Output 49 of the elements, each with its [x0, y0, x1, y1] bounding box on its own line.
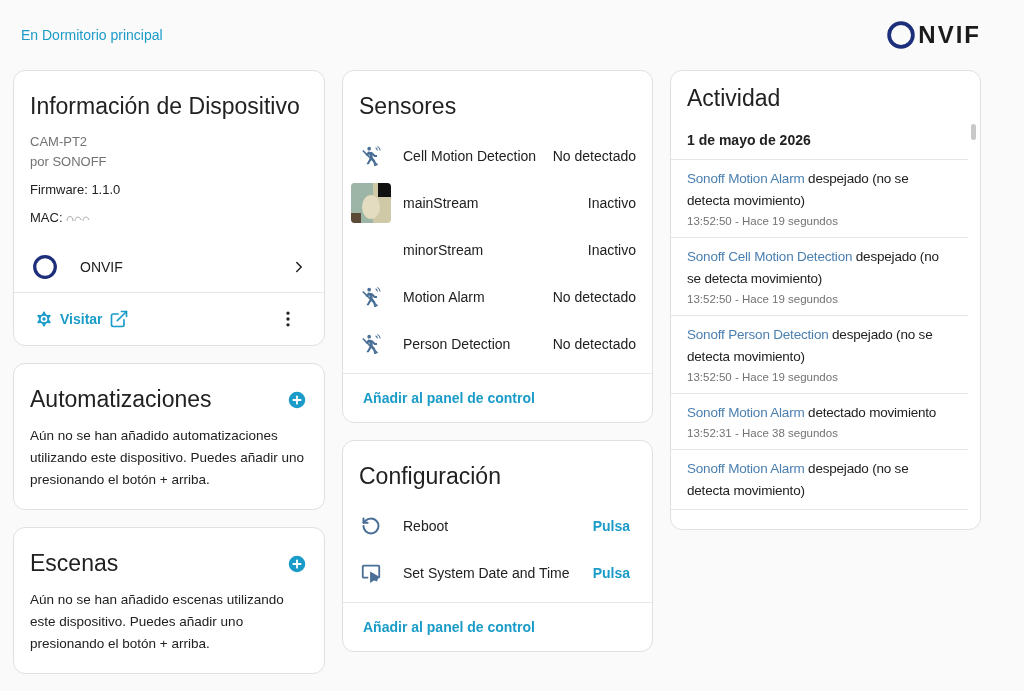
card-title: Escenas	[30, 550, 119, 577]
empty-message: Aún no se han añadido automatizaciones utilizando este dispositivo. Puedes añadir uno presionando el botón + arriba.	[29, 427, 305, 489]
device-manufacturer: por SONOFF	[30, 153, 108, 171]
device-model: CAM-PT2	[30, 133, 89, 151]
entity-name[interactable]: Cell Motion Detection	[403, 147, 541, 164]
integration-row[interactable]: ONVIF	[14, 242, 324, 292]
entity-name[interactable]: minorStream	[403, 241, 576, 258]
logo-text: NVIF	[918, 21, 981, 49]
card-title: Automatizaciones	[30, 386, 212, 413]
external-link-icon	[108, 309, 129, 329]
entity-name[interactable]: mainStream	[403, 194, 576, 211]
entity-state: Inactivo	[587, 241, 636, 258]
integration-logo-icon	[32, 254, 58, 280]
restart-icon	[361, 515, 381, 536]
card-title: Actividad	[687, 85, 781, 112]
add-icon[interactable]	[286, 552, 308, 575]
scrollbar-thumb[interactable]	[971, 124, 976, 140]
activity-time: 13:52:31 - Hace 38 segundos	[687, 426, 839, 441]
activity-message: Sonoff Motion Alarm detectado movimiento	[687, 404, 938, 422]
card-title: Configuración	[359, 463, 501, 490]
entity-state: No detectado	[552, 288, 636, 305]
activity-time: 13:52:50 - Hace 19 segundos	[687, 214, 839, 229]
activity-message: Sonoff Cell Motion Detection despejado (no se detecta movimiento)	[687, 248, 940, 288]
entity-name[interactable]: Person Detection	[403, 335, 541, 352]
logo-ring-icon	[886, 20, 917, 50]
date-heading: 1 de mayo de 2026	[671, 118, 968, 160]
motion-sensor-icon	[360, 144, 382, 167]
entity-state: No detectado	[552, 335, 636, 352]
entity-state: No detectado	[552, 147, 636, 164]
activity-time: 13:52:50 - Hace 19 segundos	[687, 370, 839, 385]
activity-message: Sonoff Motion Alarm despejado (no se detecta movimiento)	[687, 460, 910, 500]
redacted-mark	[64, 213, 91, 223]
add-icon[interactable]	[286, 388, 308, 411]
gear-icon	[34, 309, 54, 329]
activity-message: Sonoff Motion Alarm despejado (no se detecta movimiento)	[687, 170, 910, 210]
entity-state: Inactivo	[587, 194, 636, 211]
entity-name[interactable]: Set System Date and Time	[403, 564, 575, 581]
activity-time: 13:52:50 - Hace 19 segundos	[687, 292, 839, 307]
integration-name: ONVIF	[80, 259, 124, 275]
mac-label: MAC:	[30, 209, 63, 227]
activity-message: Sonoff Person Detection despejado (no se detecta movimiento)	[687, 326, 934, 366]
entity-name[interactable]: Reboot	[403, 517, 575, 534]
motion-sensor-icon	[360, 285, 382, 308]
card-title: Sensores	[359, 93, 457, 120]
card-title: Información de Dispositivo	[30, 93, 300, 120]
empty-message: Aún no se han añadido escenas utilizando este dispositivo. Puedes añadir uno presionando el botón + arriba.	[29, 591, 285, 653]
motion-sensor-icon	[360, 332, 382, 355]
firmware-version: Firmware: 1.1.0	[30, 181, 122, 199]
entity-name[interactable]: Motion Alarm	[403, 288, 541, 305]
